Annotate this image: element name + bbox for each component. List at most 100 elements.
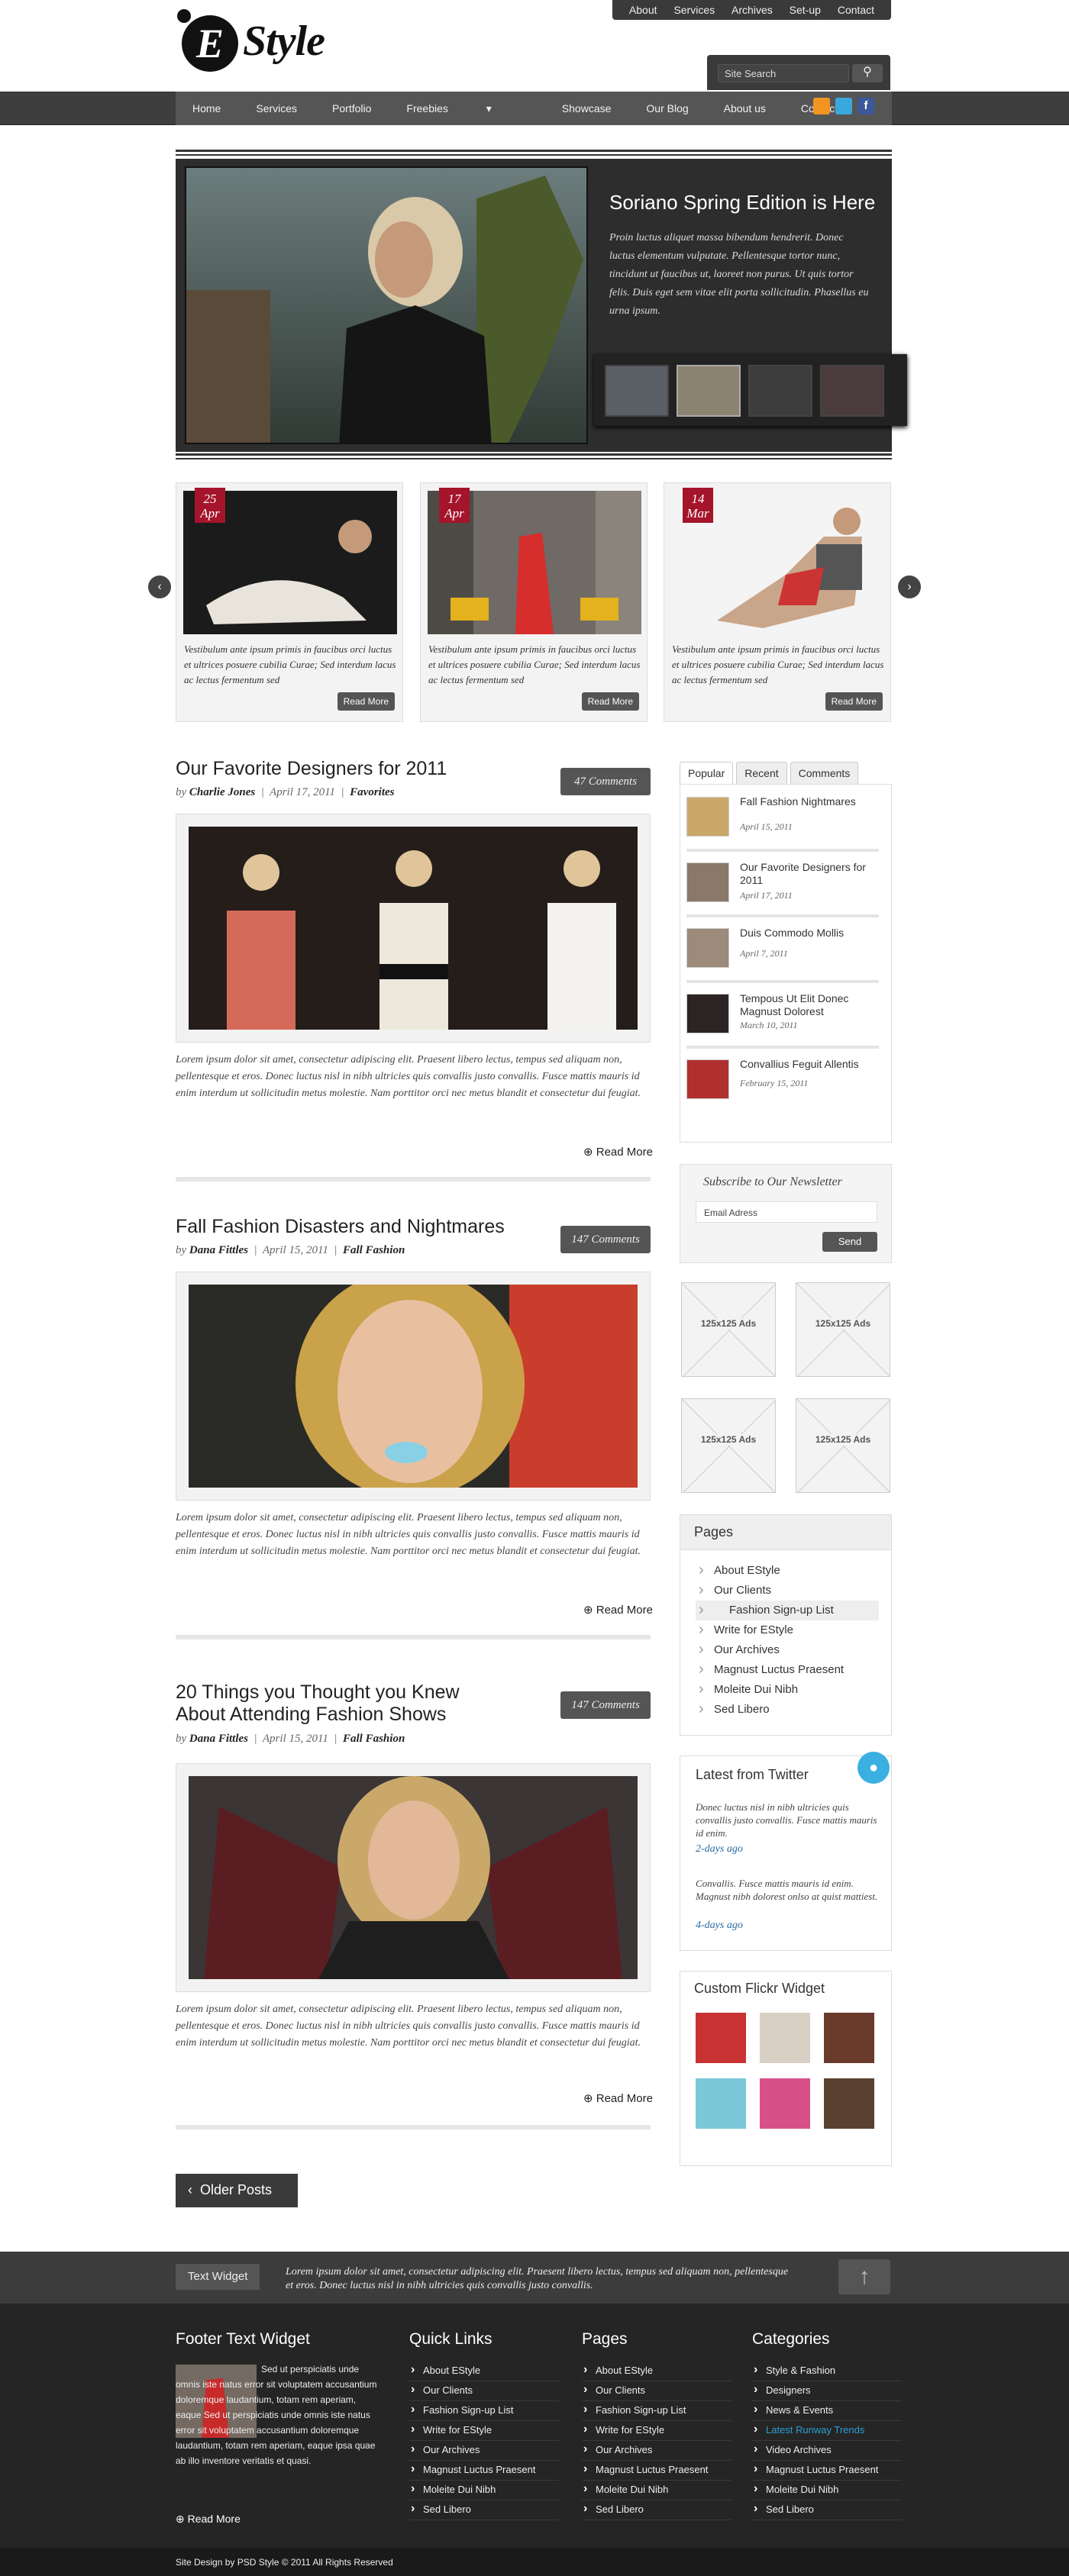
footer-page-link[interactable]: Write for EStyle [582,2421,732,2441]
flickr-photo[interactable] [760,2078,810,2129]
footer-page-link[interactable]: Our Clients [582,2381,732,2401]
slide-thumb-4[interactable] [820,365,884,417]
footer-page-link[interactable]: Fashion Sign-up List [582,2401,732,2421]
ad-slot[interactable]: 125x125 Ads [681,1398,776,1493]
twitter-icon[interactable] [835,98,852,114]
post-image[interactable] [176,814,651,1043]
flickr-photo[interactable] [824,2078,874,2129]
post-category[interactable]: Fall Fashion [343,1244,405,1256]
quick-link[interactable]: Our Clients [409,2381,559,2401]
quick-link[interactable]: About EStyle [409,2362,559,2381]
read-more-button[interactable]: Read More [825,692,883,711]
email-field[interactable]: Email Adress [696,1201,877,1223]
tweet-time[interactable]: 4-days ago [696,1920,743,1932]
category-link[interactable]: Video Archives [752,2441,902,2461]
top-nav-archives[interactable]: Archives [732,4,773,16]
tab-recent[interactable]: Recent [736,762,787,785]
flickr-photo[interactable] [696,2013,746,2063]
post-title[interactable]: Fall Fashion Disasters and Nightmares [176,1216,542,1238]
tab-popular[interactable]: Popular [680,762,734,785]
post-read-more-link[interactable]: ⊕ Read More [583,1145,653,1159]
back-to-top-button[interactable]: ↑ [838,2259,890,2294]
post-image[interactable] [176,1272,651,1501]
slide-image[interactable] [185,166,588,444]
footer-page-link[interactable]: Sed Libero [582,2500,732,2520]
quick-link[interactable]: Moleite Dui Nibh [409,2481,559,2500]
search-button[interactable]: ⚲ [852,64,883,82]
post-category[interactable]: Favorites [350,786,394,798]
category-link[interactable]: Designers [752,2381,902,2401]
popular-item[interactable]: Convallius Feguit Allentis February 15, … [686,1050,879,1114]
send-button[interactable]: Send [822,1232,877,1252]
flickr-photo[interactable] [760,2013,810,2063]
quick-link[interactable]: Our Archives [409,2441,559,2461]
page-link[interactable]: Moleite Dui Nibh [696,1680,879,1700]
post-read-more-link[interactable]: ⊕ Read More [583,1603,653,1617]
carousel-prev-button[interactable]: ‹ [148,575,171,598]
nav-blog[interactable]: Our Blog [646,102,688,114]
nav-showcase[interactable]: Showcase [562,102,612,114]
logo-mark[interactable]: E [182,15,238,72]
read-more-button[interactable]: Read More [337,692,395,711]
popular-item[interactable]: Duis Commodo Mollis April 7, 2011 [686,919,879,983]
search-input[interactable]: Site Search [718,64,849,82]
footer-page-link[interactable]: About EStyle [582,2362,732,2381]
read-more-button[interactable]: Read More [581,692,639,711]
page-link[interactable]: About EStyle [696,1561,879,1581]
popular-item[interactable]: Tempous Ut Elit Donec Magnust Dolorest M… [686,985,879,1049]
quick-link[interactable]: Magnust Luctus Praesent [409,2461,559,2481]
page-link[interactable]: Magnust Luctus Praesent [696,1660,879,1680]
slide-thumb-3[interactable] [748,365,812,417]
footer-page-link[interactable]: Moleite Dui Nibh [582,2481,732,2500]
page-link-active[interactable]: Fashion Sign-up List [696,1601,879,1620]
category-link[interactable]: Sed Libero [752,2500,902,2520]
nav-freebies[interactable]: Freebies ▾ [406,102,526,115]
comments-badge[interactable]: 147 Comments [560,1691,651,1719]
top-nav-contact[interactable]: Contact [838,4,874,16]
quick-link[interactable]: Sed Libero [409,2500,559,2520]
post-title[interactable]: Our Favorite Designers for 2011 [176,758,512,780]
ad-slot[interactable]: 125x125 Ads [796,1398,890,1493]
page-link[interactable]: Write for EStyle [696,1620,879,1640]
carousel-next-button[interactable]: › [898,575,921,598]
category-link[interactable]: Magnust Luctus Praesent [752,2461,902,2481]
rss-icon[interactable] [813,98,830,114]
logo-text[interactable]: Style [243,17,325,66]
post-read-more-link[interactable]: ⊕ Read More [583,2091,653,2105]
footer-page-link[interactable]: Magnust Luctus Praesent [582,2461,732,2481]
page-link[interactable]: Our Archives [696,1640,879,1660]
footer-read-more-link[interactable]: ⊕ Read More [176,2513,241,2526]
post-author[interactable]: Charlie Jones [189,786,255,798]
nav-about[interactable]: About us [724,102,766,114]
nav-home[interactable]: Home [192,102,221,114]
top-nav-about[interactable]: About [629,4,657,16]
popular-item[interactable]: Our Favorite Designers for 2011 April 17… [686,853,879,917]
tweet-time[interactable]: 2-days ago [696,1843,743,1855]
top-nav-services[interactable]: Services [673,4,715,16]
slide-thumb-1[interactable] [605,365,669,417]
category-link[interactable]: Style & Fashion [752,2362,902,2381]
post-category[interactable]: Fall Fashion [343,1733,405,1745]
page-link[interactable]: Our Clients [696,1581,879,1601]
quick-link[interactable]: Write for EStyle [409,2421,559,2441]
post-title[interactable]: 20 Things you Thought you Knew About Att… [176,1681,512,1726]
older-posts-button[interactable]: ‹ Older Posts [176,2174,298,2207]
quick-link[interactable]: Fashion Sign-up List [409,2401,559,2421]
comments-badge[interactable]: 147 Comments [560,1226,651,1253]
slide-thumb-2[interactable] [677,365,741,417]
category-link[interactable]: Moleite Dui Nibh [752,2481,902,2500]
tab-comments[interactable]: Comments [790,762,859,785]
nav-portfolio[interactable]: Portfolio [332,102,371,114]
ad-slot[interactable]: 125x125 Ads [681,1282,776,1377]
post-author[interactable]: Dana Fittles [189,1733,248,1745]
footer-page-link[interactable]: Our Archives [582,2441,732,2461]
top-nav-setup[interactable]: Set-up [790,4,821,16]
comments-badge[interactable]: 47 Comments [560,768,651,795]
ad-slot[interactable]: 125x125 Ads [796,1282,890,1377]
post-author[interactable]: Dana Fittles [189,1244,248,1256]
category-link-active[interactable]: Latest Runway Trends [752,2421,902,2441]
flickr-photo[interactable] [824,2013,874,2063]
popular-item[interactable]: Fall Fashion Nightmares April 15, 2011 [686,788,879,852]
category-link[interactable]: News & Events [752,2401,902,2421]
flickr-photo[interactable] [696,2078,746,2129]
